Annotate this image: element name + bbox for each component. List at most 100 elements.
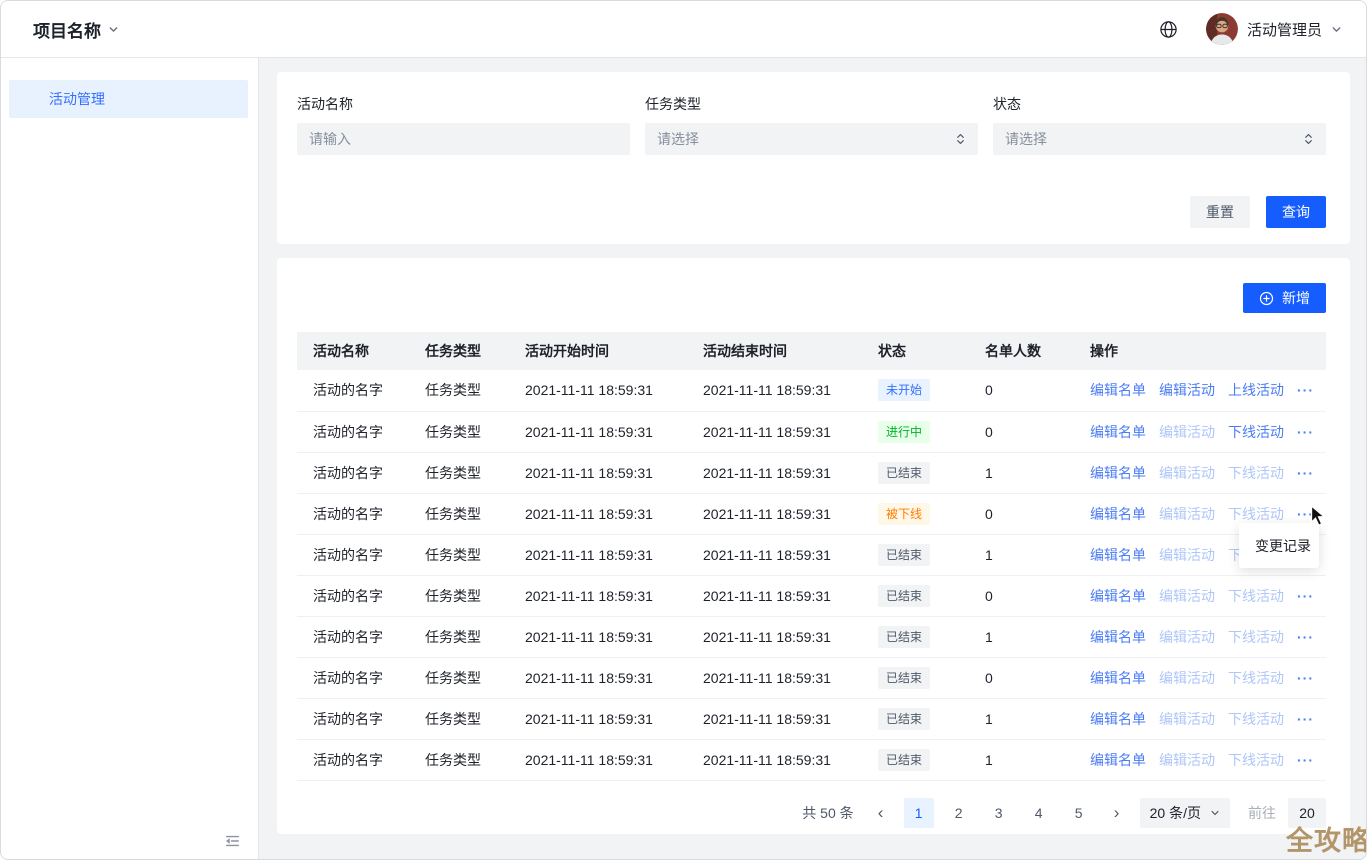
row-more-icon[interactable]: ···	[1297, 465, 1314, 481]
project-title-dropdown[interactable]: 项目名称	[33, 17, 119, 42]
row-more-icon[interactable]: ···	[1297, 424, 1314, 440]
action-offline-activity: 下线活动	[1228, 629, 1284, 645]
page-size-select[interactable]: 20 条/页	[1140, 798, 1230, 828]
task-type-select[interactable]: 请选择	[645, 123, 978, 155]
cell-count: 0	[969, 411, 1074, 452]
cell-status: 已结束	[862, 575, 969, 616]
action-edit-activity: 编辑活动	[1159, 588, 1215, 604]
cell-start-time: 2021-11-11 18:59:31	[509, 739, 687, 780]
cell-end-time: 2021-11-11 18:59:31	[687, 370, 862, 411]
cell-status: 已结束	[862, 698, 969, 739]
action-edit-activity[interactable]: 编辑活动	[1159, 382, 1215, 398]
row-more-menu: 变更记录	[1239, 523, 1319, 568]
action-edit-list[interactable]: 编辑名单	[1090, 670, 1146, 686]
cell-start-time: 2021-11-11 18:59:31	[509, 411, 687, 452]
cell-end-time: 2021-11-11 18:59:31	[687, 452, 862, 493]
field-label: 活动名称	[297, 94, 630, 114]
globe-icon[interactable]	[1159, 20, 1178, 39]
cell-status: 已结束	[862, 657, 969, 698]
row-more-icon[interactable]: ···	[1297, 629, 1314, 645]
cell-start-time: 2021-11-11 18:59:31	[509, 534, 687, 575]
page-size-value: 20 条/页	[1150, 803, 1201, 823]
cell-status: 进行中	[862, 411, 969, 452]
cell-activity-name: 活动的名字	[297, 370, 409, 411]
cell-activity-name: 活动的名字	[297, 698, 409, 739]
prev-page-icon[interactable]: ‹	[870, 798, 892, 828]
cell-end-time: 2021-11-11 18:59:31	[687, 657, 862, 698]
table-row: 活动的名字 任务类型 2021-11-11 18:59:31 2021-11-1…	[297, 493, 1326, 534]
action-edit-list[interactable]: 编辑名单	[1090, 424, 1146, 440]
action-offline-activity: 下线活动	[1228, 588, 1284, 604]
activity-name-input[interactable]	[309, 131, 618, 147]
cell-end-time: 2021-11-11 18:59:31	[687, 411, 862, 452]
search-button[interactable]: 查询	[1266, 196, 1326, 228]
action-edit-list[interactable]: 编辑名单	[1090, 588, 1146, 604]
row-more-icon[interactable]: ···	[1297, 382, 1314, 398]
page-title: 项目名称	[33, 17, 101, 42]
table-row: 活动的名字 任务类型 2021-11-11 18:59:31 2021-11-1…	[297, 739, 1326, 780]
page-number-5[interactable]: 5	[1064, 798, 1094, 828]
cell-end-time: 2021-11-11 18:59:31	[687, 534, 862, 575]
action-edit-list[interactable]: 编辑名单	[1090, 506, 1146, 522]
cell-task-type: 任务类型	[409, 370, 509, 411]
action-edit-list[interactable]: 编辑名单	[1090, 382, 1146, 398]
main-content: 活动名称 任务类型 请选择	[259, 58, 1366, 860]
row-more-icon[interactable]: ···	[1297, 752, 1314, 768]
cell-task-type: 任务类型	[409, 616, 509, 657]
status-select[interactable]: 请选择	[993, 123, 1326, 155]
cell-status: 已结束	[862, 616, 969, 657]
table-row: 活动的名字 任务类型 2021-11-11 18:59:31 2021-11-1…	[297, 575, 1326, 616]
cell-end-time: 2021-11-11 18:59:31	[687, 698, 862, 739]
action-edit-activity: 编辑活动	[1159, 424, 1215, 440]
cell-actions: 编辑名单编辑活动下线活动···	[1074, 739, 1326, 780]
action-offline-activity[interactable]: 下线活动	[1228, 424, 1284, 440]
sidebar-item-label: 活动管理	[49, 89, 105, 109]
column-header: 活动结束时间	[687, 332, 862, 370]
action-edit-activity: 编辑活动	[1159, 547, 1215, 563]
row-more-icon[interactable]: ···	[1297, 588, 1314, 604]
action-edit-list[interactable]: 编辑名单	[1090, 465, 1146, 481]
page-number-1[interactable]: 1	[904, 798, 934, 828]
avatar	[1206, 13, 1238, 45]
action-edit-list[interactable]: 编辑名单	[1090, 629, 1146, 645]
status-badge: 已结束	[878, 626, 930, 648]
cell-count: 0	[969, 370, 1074, 411]
action-online-activity[interactable]: 上线活动	[1228, 382, 1284, 398]
cell-actions: 编辑名单编辑活动下线活动 ···	[1074, 575, 1326, 616]
add-button[interactable]: 新增	[1243, 283, 1326, 313]
status-badge: 未开始	[878, 379, 930, 401]
status-badge: 已结束	[878, 544, 930, 566]
action-edit-list[interactable]: 编辑名单	[1090, 711, 1146, 727]
row-more-icon[interactable]: ···	[1297, 711, 1314, 727]
action-edit-list[interactable]: 编辑名单	[1090, 752, 1146, 768]
menu-item-change-records[interactable]: 变更记录	[1255, 536, 1311, 556]
next-page-icon[interactable]: ›	[1106, 798, 1128, 828]
reset-button[interactable]: 重置	[1190, 196, 1250, 228]
status-badge: 已结束	[878, 667, 930, 689]
cell-task-type: 任务类型	[409, 698, 509, 739]
status-badge: 被下线	[878, 503, 930, 525]
sidebar-collapse-icon[interactable]	[224, 833, 241, 849]
sidebar-item-activity-management[interactable]: 活动管理	[9, 80, 248, 118]
page-number-3[interactable]: 3	[984, 798, 1014, 828]
cell-count: 0	[969, 575, 1074, 616]
page-number-2[interactable]: 2	[944, 798, 974, 828]
cell-end-time: 2021-11-11 18:59:31	[687, 739, 862, 780]
cell-count: 1	[969, 616, 1074, 657]
user-menu[interactable]: 活动管理员	[1206, 13, 1342, 45]
table-row: 活动的名字 任务类型 2021-11-11 18:59:31 2021-11-1…	[297, 452, 1326, 493]
cell-actions: 编辑名单编辑活动上线活动 ···	[1074, 370, 1326, 411]
action-edit-list[interactable]: 编辑名单	[1090, 547, 1146, 563]
cell-start-time: 2021-11-11 18:59:31	[509, 493, 687, 534]
pagination: 共 50 条 ‹ 12345 › 20 条/页 前往 20	[297, 798, 1326, 828]
cell-start-time: 2021-11-11 18:59:31	[509, 657, 687, 698]
table-row: 活动的名字 任务类型 2021-11-11 18:59:31 2021-11-1…	[297, 698, 1326, 739]
add-button-label: 新增	[1282, 288, 1310, 308]
cell-task-type: 任务类型	[409, 411, 509, 452]
cell-actions: 编辑名单编辑活动下线活动 ···	[1074, 411, 1326, 452]
page-number-4[interactable]: 4	[1024, 798, 1054, 828]
cell-task-type: 任务类型	[409, 657, 509, 698]
row-more-icon[interactable]: ···	[1297, 670, 1314, 686]
cell-actions: 编辑名单编辑活动下线活动···	[1074, 452, 1326, 493]
cell-activity-name: 活动的名字	[297, 575, 409, 616]
